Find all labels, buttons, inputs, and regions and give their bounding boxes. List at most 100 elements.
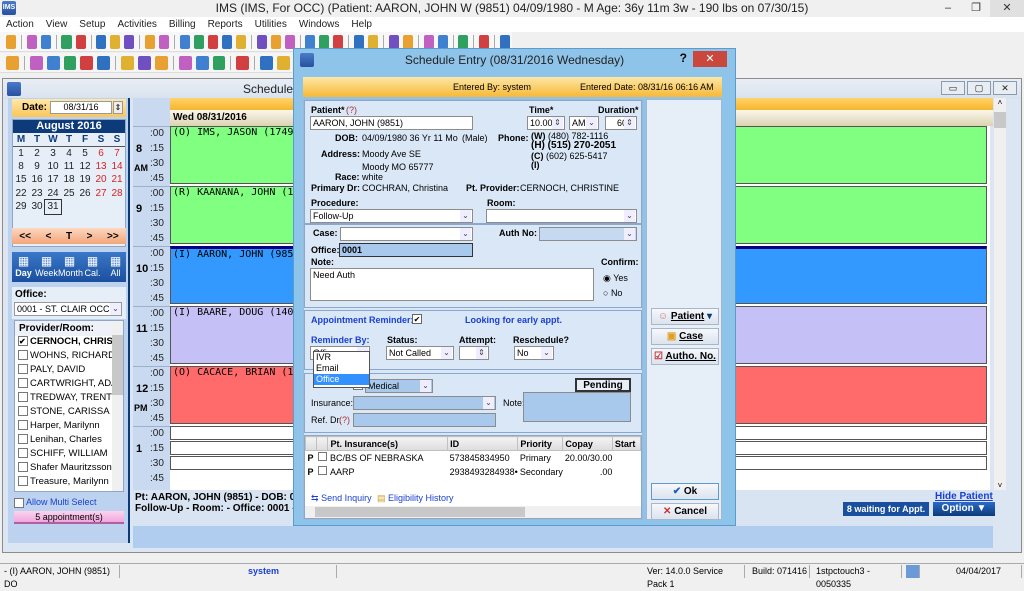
note-textarea[interactable]: Need Auth: [310, 268, 594, 301]
view-month[interactable]: ▦ Month: [58, 254, 83, 278]
calendar-day[interactable]: 11: [61, 160, 77, 174]
calendar-day[interactable]: 28: [109, 187, 125, 201]
calendar-nav-button[interactable]: >>: [107, 231, 119, 242]
ins-row-checkbox[interactable]: [318, 466, 328, 475]
appointment-count[interactable]: 5 appointment(s): [14, 511, 124, 524]
ins-type-select[interactable]: Medical ⌄: [365, 379, 433, 393]
toolbar-icon[interactable]: [97, 55, 111, 70]
toolbar-icon[interactable]: [388, 34, 399, 49]
provider-checkbox[interactable]: [18, 448, 28, 459]
calendar-day[interactable]: 5: [77, 146, 93, 160]
toolbar-icon[interactable]: [96, 34, 107, 49]
menu-action[interactable]: Action: [0, 17, 40, 32]
minimize-button[interactable]: –: [934, 0, 962, 17]
toolbar-icon[interactable]: [46, 55, 60, 70]
calendar-day[interactable]: 12: [77, 160, 93, 174]
child-close-button[interactable]: ✕: [993, 81, 1017, 95]
calendar-day[interactable]: 19: [77, 173, 93, 187]
insurance-row[interactable]: P BC/BS OF NEBRASKA 573845834950 Primary 20.…: [306, 451, 641, 465]
reminder-option[interactable]: Email: [314, 363, 369, 374]
toolbar-icon[interactable]: [270, 34, 281, 49]
view-all[interactable]: ▦ All: [104, 254, 127, 278]
ins-col-header[interactable]: Start: [611, 436, 642, 451]
ref-dr-input[interactable]: [353, 413, 496, 427]
calendar-day[interactable]: 1: [13, 146, 29, 160]
calendar-day[interactable]: 4: [61, 146, 77, 160]
calendar-day[interactable]: 22: [13, 187, 29, 201]
toolbar-icon[interactable]: [178, 55, 192, 70]
scrollbar-thumb[interactable]: [112, 335, 123, 395]
calendar-nav-button[interactable]: >: [87, 231, 93, 242]
duration-spinner[interactable]: ⇕: [624, 117, 635, 129]
provider-item[interactable]: Treasure, Marilynn: [15, 476, 123, 490]
toolbar-icon[interactable]: [61, 34, 72, 49]
toolbar-icon[interactable]: [354, 34, 365, 49]
calendar-day[interactable]: 7: [109, 146, 125, 160]
toolbar-icon[interactable]: [63, 55, 77, 70]
calendar-day[interactable]: 2: [29, 146, 45, 160]
scroll-up-icon[interactable]: ˄: [994, 98, 1006, 107]
provider-item[interactable]: TREDWAY, TRENT: [15, 392, 123, 406]
toolbar-icon[interactable]: [499, 34, 510, 49]
calendar-day[interactable]: 29: [13, 200, 29, 214]
provider-scrollbar[interactable]: [112, 321, 123, 491]
menu-windows[interactable]: Windows: [293, 17, 346, 32]
calendar-day[interactable]: 21: [109, 173, 125, 187]
toolbar-icon[interactable]: [145, 34, 156, 49]
schedule-scrollbar[interactable]: ˄ ˅: [994, 98, 1006, 490]
toolbar-icon[interactable]: [195, 55, 209, 70]
ok-button[interactable]: ✔ Ok: [651, 483, 719, 500]
toolbar-icon[interactable]: [207, 34, 218, 49]
patient-input[interactable]: AARON, JOHN (9851): [310, 116, 473, 130]
reminder-option[interactable]: IVR: [314, 352, 369, 363]
calendar-day[interactable]: 9: [29, 160, 45, 174]
toolbar-icon[interactable]: [333, 34, 344, 49]
close-button[interactable]: ✕: [990, 0, 1024, 17]
toolbar-icon[interactable]: [6, 55, 19, 70]
menu-activities[interactable]: Activities: [111, 17, 162, 32]
provider-checkbox[interactable]: [18, 378, 28, 389]
attempt-input[interactable]: ⇕: [459, 346, 489, 360]
ins-col-header[interactable]: [315, 436, 329, 451]
toolbar-icon[interactable]: [121, 55, 135, 70]
view-week[interactable]: ▦ Week: [35, 254, 58, 278]
toolbar-icon[interactable]: [221, 34, 232, 49]
autho-no-button[interactable]: ☑ Autho. No.: [651, 348, 719, 365]
menu-reports[interactable]: Reports: [202, 17, 249, 32]
ampm-select[interactable]: AM ⌄: [569, 116, 599, 130]
toolbar-icon[interactable]: [159, 34, 170, 49]
reminder-checkbox[interactable]: ✔: [412, 314, 422, 324]
child-minimize-button[interactable]: ▭: [941, 81, 965, 95]
provider-checkbox[interactable]: [18, 406, 28, 417]
toolbar-icon[interactable]: [29, 55, 43, 70]
scrollbar-thumb[interactable]: [994, 112, 1006, 128]
procedure-select[interactable]: Follow-Up ⌄: [310, 209, 473, 223]
confirm-yes-radio[interactable]: ◉ Yes: [603, 273, 628, 284]
ins-row-checkbox[interactable]: [318, 452, 328, 462]
toolbar-icon[interactable]: [277, 55, 290, 70]
calendar-day[interactable]: 25: [61, 187, 77, 201]
duration-input[interactable]: 60 ⇕: [605, 116, 637, 130]
toolbar-icon[interactable]: [284, 34, 295, 49]
restore-button[interactable]: ❐: [962, 0, 990, 17]
waiting-for-appt-button[interactable]: 8 waiting for Appt.: [843, 502, 929, 516]
provider-checkbox[interactable]: [18, 392, 28, 403]
reschedule-select[interactable]: No ⌄: [514, 346, 554, 360]
toolbar-icon[interactable]: [193, 34, 204, 49]
provider-item[interactable]: Lenihan, Charles: [15, 434, 123, 448]
ins-table-hscrollbar[interactable]: [305, 506, 641, 518]
attempt-spinner[interactable]: ⇕: [476, 347, 487, 359]
provider-item[interactable]: ✔ CERNOCH, CHRIS: [15, 336, 123, 350]
patient-help-link[interactable]: (?): [346, 105, 357, 115]
provider-item[interactable]: SCHIFF, WILLIAM: [15, 448, 123, 462]
provider-checkbox[interactable]: [18, 364, 28, 375]
status-select[interactable]: Not Called ⌄: [386, 346, 454, 360]
time-input[interactable]: 10.00 ⇕: [527, 116, 565, 130]
toolbar-icon[interactable]: [154, 55, 168, 70]
scroll-down-icon[interactable]: ˅: [994, 481, 1006, 490]
toolbar-icon[interactable]: [260, 55, 274, 70]
provider-checkbox[interactable]: [18, 476, 28, 487]
scrollbar-thumb[interactable]: [315, 507, 525, 517]
insurance-select[interactable]: ⌄: [353, 396, 496, 410]
time-spinner[interactable]: ⇕: [552, 117, 563, 129]
